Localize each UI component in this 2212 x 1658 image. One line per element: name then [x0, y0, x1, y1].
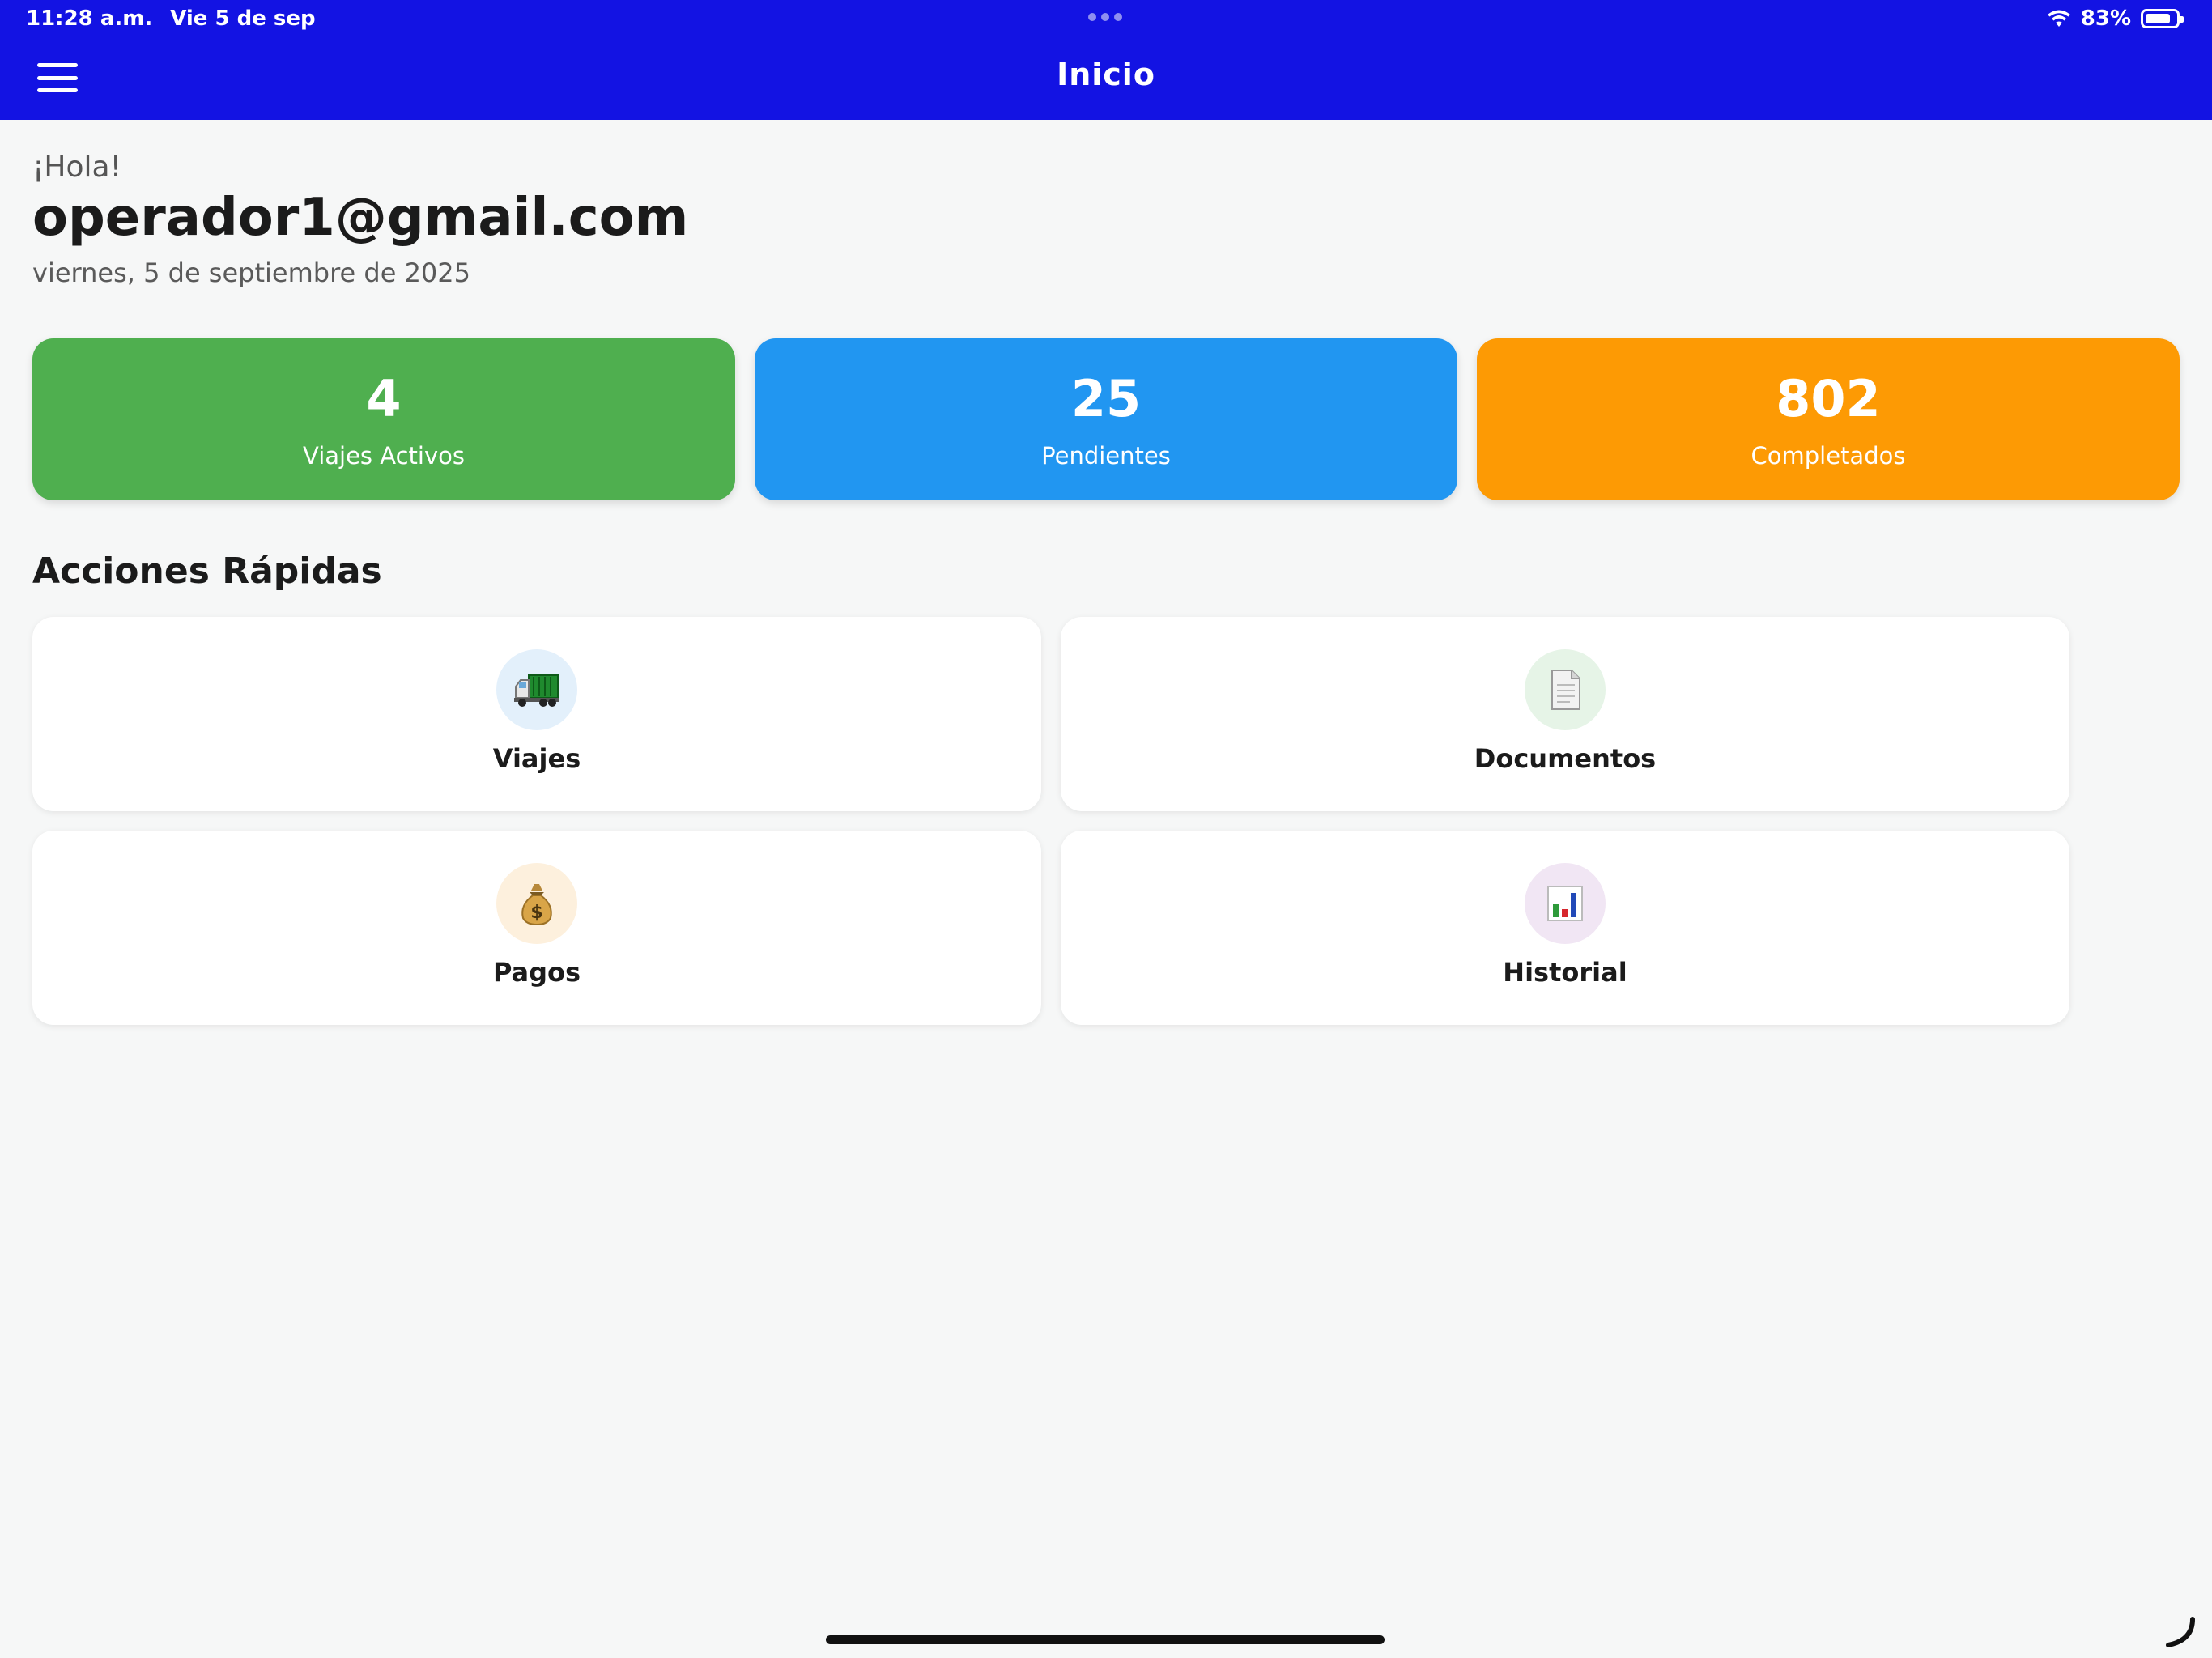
bar-chart-icon — [1525, 863, 1606, 944]
stat-value: 4 — [366, 369, 402, 428]
page-title: Inicio — [1057, 57, 1155, 92]
status-time: 11:28 a.m. — [26, 6, 153, 31]
truck-icon — [496, 649, 577, 730]
status-date: Vie 5 de sep — [170, 6, 316, 31]
stat-card-completed[interactable]: 802 Completados — [1477, 338, 2180, 500]
greeting-text: ¡Hola! — [32, 151, 122, 184]
home-indicator[interactable] — [826, 1635, 1385, 1644]
action-label: Viajes — [492, 743, 581, 774]
app-header: 11:28 a.m. Vie 5 de sep 83% Inicio — [0, 0, 2212, 120]
action-card-payments[interactable]: $ Pagos — [32, 831, 1041, 1025]
stat-label: Pendientes — [1041, 442, 1171, 470]
stat-value: 802 — [1776, 369, 1881, 428]
action-label: Pagos — [492, 957, 581, 988]
action-label: Historial — [1503, 957, 1627, 988]
battery-icon — [2141, 9, 2184, 28]
action-label: Documentos — [1474, 743, 1657, 774]
action-card-trips[interactable]: Viajes — [32, 617, 1041, 811]
battery-fill — [2146, 14, 2170, 23]
stat-card-pending[interactable]: 25 Pendientes — [755, 338, 1457, 500]
wifi-icon — [2047, 9, 2071, 28]
resize-handle-icon[interactable] — [2163, 1616, 2196, 1648]
document-icon — [1525, 649, 1606, 730]
stat-card-active-trips[interactable]: 4 Viajes Activos — [32, 338, 735, 500]
stat-label: Viajes Activos — [303, 442, 465, 470]
action-card-documents[interactable]: Documentos — [1061, 617, 2069, 811]
current-date: viernes, 5 de septiembre de 2025 — [32, 257, 470, 288]
multitask-dots-icon[interactable] — [1088, 13, 1122, 21]
status-bar-right: 83% — [2047, 6, 2184, 31]
action-card-history[interactable]: Historial — [1061, 831, 2069, 1025]
svg-text:$: $ — [530, 903, 542, 923]
status-bar-left: 11:28 a.m. Vie 5 de sep — [26, 6, 316, 31]
stat-value: 25 — [1070, 369, 1142, 428]
quick-actions-title: Acciones Rápidas — [32, 551, 382, 592]
user-email: operador1@gmail.com — [32, 188, 689, 248]
stat-label: Completados — [1750, 442, 1906, 470]
battery-percent: 83% — [2080, 6, 2131, 31]
money-bag-icon: $ — [496, 863, 577, 944]
